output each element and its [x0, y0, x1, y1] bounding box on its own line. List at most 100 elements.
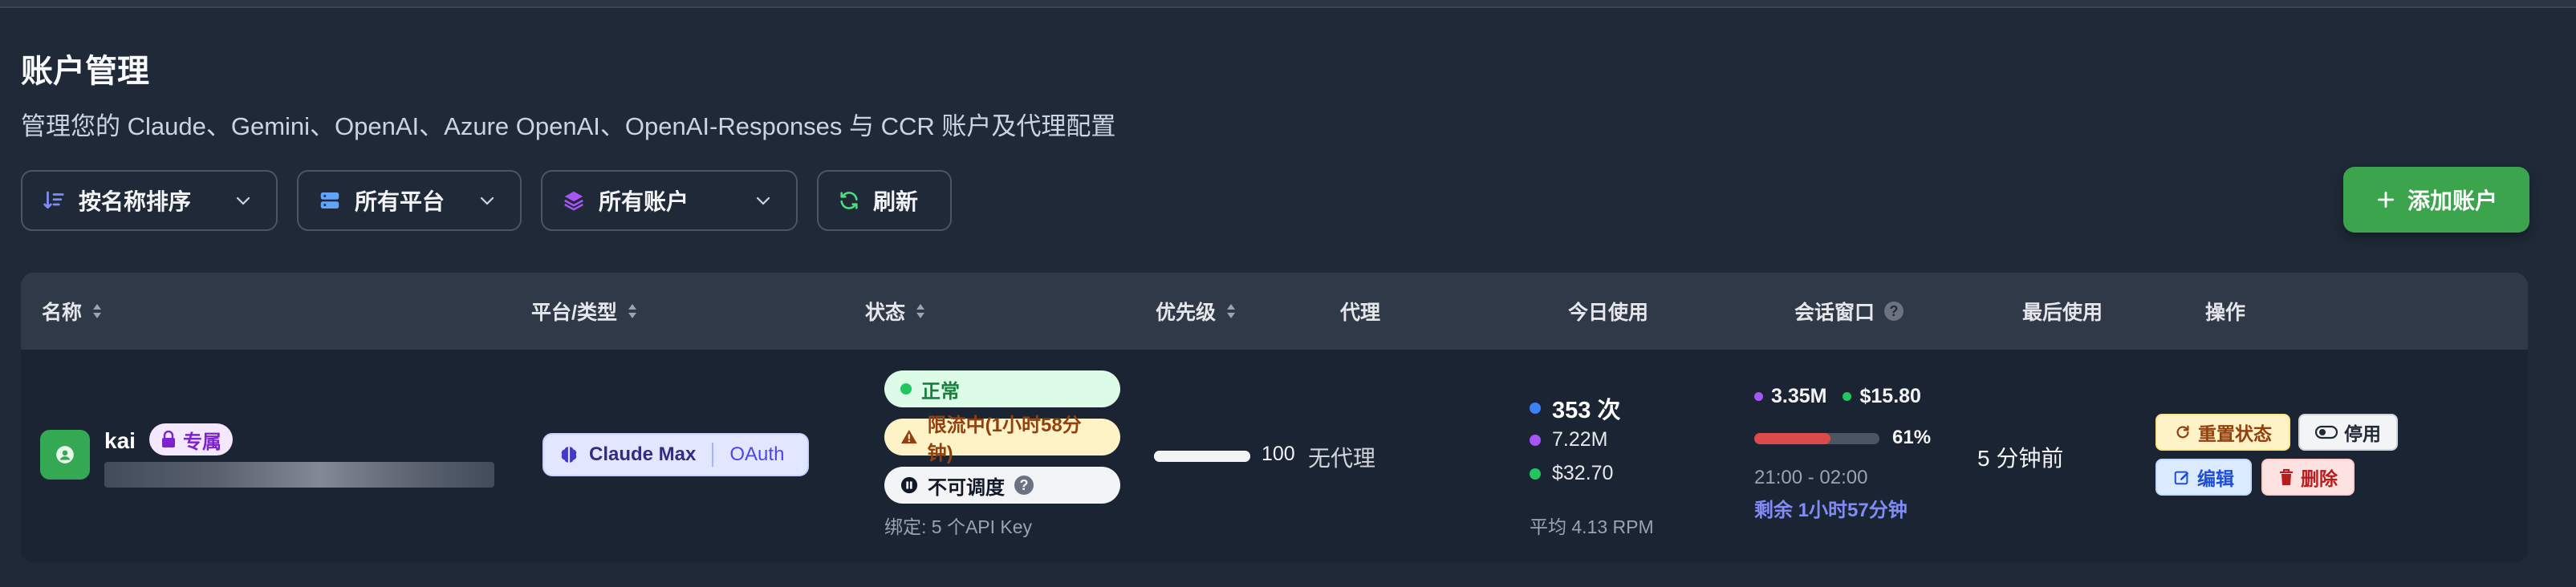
- status-rate-limited-badge: 限流中(1小时58分钟): [884, 415, 1120, 464]
- lock-icon: [162, 431, 175, 447]
- session-remaining: 剩余 1小时57分钟: [1754, 500, 1908, 521]
- column-header-priority[interactable]: 优先级: [1156, 273, 1237, 350]
- usage-cost: $32.70: [1530, 462, 1613, 485]
- add-account-button[interactable]: 添加账户: [2343, 167, 2529, 233]
- column-label: 操作: [2205, 302, 2246, 324]
- column-header-actions: 操作: [2205, 273, 2245, 350]
- layers-icon: [564, 191, 583, 211]
- column-header-proxy: 代理: [1340, 273, 1380, 350]
- purple-dot: [1530, 434, 1541, 446]
- bound-keys-text: 绑定: 5 个API Key: [884, 516, 1033, 537]
- session-progress-bar: [1754, 433, 1879, 444]
- usage-tokens-value: 7.22M: [1552, 428, 1608, 451]
- status-dot: [900, 383, 912, 395]
- sort-arrows-icon: [628, 304, 636, 318]
- usage-tokens: 7.22M: [1530, 428, 1607, 451]
- owned-badge: 专属: [149, 423, 233, 455]
- trash-icon: [2280, 468, 2293, 485]
- sort-icon: [43, 191, 64, 209]
- account-avatar: [40, 430, 90, 480]
- usage-requests: 353 次: [1530, 391, 1620, 425]
- sort-arrows-icon: [916, 304, 925, 318]
- reset-status-button[interactable]: 重置状态: [2155, 414, 2290, 451]
- disable-label: 停用: [2344, 423, 2381, 444]
- session-stats: 3.35M $15.80: [1754, 385, 1921, 408]
- priority-bar-fill: [1154, 451, 1250, 462]
- refresh-button[interactable]: 刷新: [817, 170, 952, 231]
- disable-button[interactable]: 停用: [2298, 414, 2398, 451]
- reset-status-label: 重置状态: [2198, 423, 2272, 444]
- session-progress-fill: [1754, 433, 1831, 444]
- column-label: 平台/类型: [531, 302, 617, 324]
- account-name: kai: [104, 428, 136, 453]
- refresh-label: 刷新: [873, 189, 919, 214]
- status-label: 限流中(1小时58分钟): [927, 415, 1082, 464]
- column-label: 优先级: [1156, 302, 1217, 324]
- column-label: 状态: [865, 302, 906, 324]
- status-normal-badge: 正常: [884, 370, 1120, 407]
- chevron-down-icon: [751, 188, 775, 213]
- pause-icon: [900, 476, 918, 494]
- owned-badge-label: 专属: [183, 431, 221, 453]
- account-filter-dropdown[interactable]: 所有账户: [541, 170, 798, 231]
- sort-dropdown[interactable]: 按名称排序: [21, 170, 278, 231]
- column-label: 最后使用: [2022, 302, 2103, 324]
- column-header-session-window: 会话窗口 ?: [1794, 273, 1904, 350]
- server-icon: [320, 192, 339, 208]
- help-icon[interactable]: ?: [1884, 302, 1904, 321]
- session-cost: $15.80: [1859, 385, 1921, 407]
- priority-bar: [1154, 451, 1250, 462]
- usage-requests-value: 353 次: [1552, 398, 1621, 423]
- sort-arrows-icon: [93, 304, 102, 318]
- edit-icon: [2174, 471, 2189, 485]
- accounts-table: 名称 平台/类型 状态 优先级 代理 今日使用 会话窗口 ? 最后使用 操作 k…: [21, 273, 2528, 563]
- green-dot: [1530, 468, 1541, 480]
- delete-button[interactable]: 删除: [2261, 459, 2355, 496]
- user-icon: [56, 446, 74, 464]
- blue-dot: [1530, 403, 1541, 414]
- column-header-status[interactable]: 状态: [865, 273, 926, 350]
- auth-type: OAuth: [729, 443, 785, 465]
- warning-icon: [900, 429, 917, 444]
- purple-dot: [1754, 392, 1763, 401]
- column-header-name[interactable]: 名称: [42, 273, 103, 350]
- session-time-range: 21:00 - 02:00: [1754, 467, 1868, 488]
- sort-label: 按名称排序: [79, 189, 192, 214]
- usage-rpm: 平均 4.13 RPM: [1530, 516, 1654, 537]
- help-icon[interactable]: ?: [1014, 476, 1034, 495]
- column-header-last-used: 最后使用: [2022, 273, 2103, 350]
- last-used-value: 5 分钟前: [1977, 446, 2064, 471]
- brain-icon: [561, 447, 577, 463]
- redacted-account-id: [104, 462, 494, 488]
- add-account-label: 添加账户: [2407, 188, 2497, 213]
- status-label: 正常: [921, 380, 960, 403]
- refresh-icon: [840, 192, 858, 209]
- platform-label: 所有平台: [355, 189, 445, 214]
- delete-label: 删除: [2301, 468, 2338, 489]
- chevron-down-icon: [231, 188, 255, 213]
- column-header-today-usage: 今日使用: [1568, 273, 1648, 350]
- redo-icon: [2176, 425, 2189, 439]
- edit-button[interactable]: 编辑: [2155, 459, 2252, 496]
- column-header-platform[interactable]: 平台/类型: [531, 273, 638, 350]
- priority-value: 100: [1262, 443, 1295, 465]
- platform-badge: Claude Max OAuth: [542, 433, 809, 476]
- chevron-down-icon: [475, 188, 499, 213]
- session-tokens: 3.35M: [1771, 385, 1827, 407]
- column-label: 今日使用: [1568, 302, 1649, 324]
- usage-cost-value: $32.70: [1552, 462, 1614, 484]
- column-label: 名称: [42, 302, 83, 324]
- green-dot: [1843, 392, 1852, 401]
- session-percent: 61%: [1892, 427, 1932, 448]
- plus-icon: [2377, 191, 2395, 208]
- platform-dropdown[interactable]: 所有平台: [297, 170, 522, 231]
- proxy-value: 无代理: [1308, 446, 1376, 471]
- column-label: 会话窗口: [1794, 302, 1875, 324]
- status-unschedulable-badge: 不可调度 ?: [884, 467, 1120, 504]
- status-label: 不可调度: [928, 476, 1005, 499]
- top-divider: [0, 0, 2576, 8]
- table-header: 名称 平台/类型 状态 优先级 代理 今日使用 会话窗口 ? 最后使用 操作: [21, 273, 2528, 350]
- platform-name: Claude Max: [589, 443, 697, 465]
- account-filter-label: 所有账户: [599, 189, 689, 214]
- column-label: 代理: [1340, 302, 1381, 324]
